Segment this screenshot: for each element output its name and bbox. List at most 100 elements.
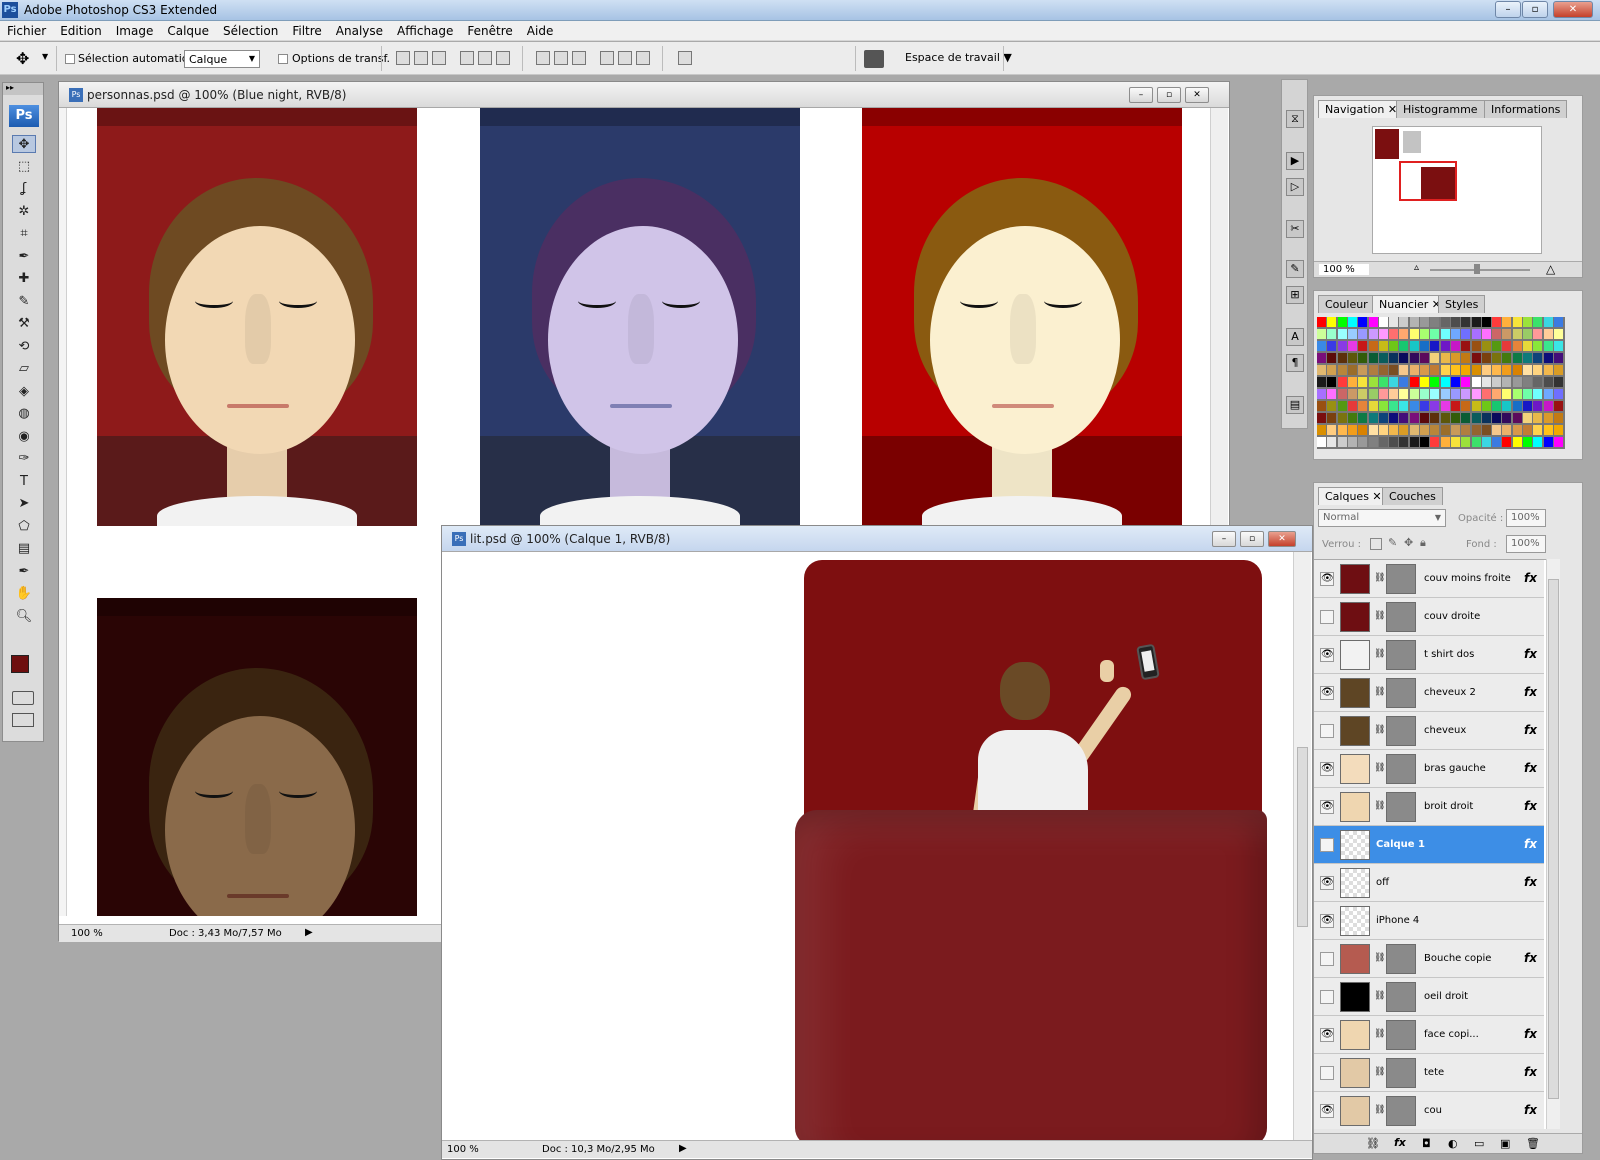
zoom-tool-icon[interactable]: 🔍︎ bbox=[12, 608, 36, 626]
maximize-button[interactable]: ▫ bbox=[1522, 1, 1548, 18]
bridge-icon[interactable] bbox=[864, 50, 884, 68]
layer-visibility-eye-icon[interactable]: 👁︎ bbox=[1320, 1028, 1334, 1042]
clone-stamp-tool-icon[interactable]: ⚒ bbox=[12, 315, 36, 333]
tab-couleur[interactable]: Couleur bbox=[1318, 295, 1375, 313]
paragraph-icon[interactable]: ¶ bbox=[1286, 354, 1304, 372]
layer-visibility-eye-icon[interactable]: 👁︎ bbox=[1320, 914, 1334, 928]
mask-link-icon[interactable]: ⛓ bbox=[1374, 573, 1385, 583]
new-layer-icon[interactable]: ▣ bbox=[1500, 1137, 1510, 1150]
clone-source-icon[interactable]: ⊞ bbox=[1286, 286, 1304, 304]
tab-styles[interactable]: Styles bbox=[1438, 295, 1486, 313]
zoom-level[interactable]: 100 % bbox=[447, 1144, 479, 1155]
mask-link-icon[interactable]: ⛓ bbox=[1374, 725, 1385, 735]
layer-effects-icon[interactable]: fx bbox=[1524, 761, 1537, 775]
history-icon[interactable]: ⧖ bbox=[1286, 110, 1304, 128]
mask-link-icon[interactable]: ⛓ bbox=[1374, 687, 1385, 697]
layer-name[interactable]: face copi... bbox=[1424, 1029, 1479, 1040]
navigator-zoom[interactable]: 100 % bbox=[1319, 264, 1369, 275]
layer-effects-icon[interactable]: fx bbox=[1524, 1103, 1537, 1117]
tab-navigation[interactable]: Navigation ✕ bbox=[1318, 100, 1405, 118]
layer-visibility-eye-icon[interactable]: 👁︎ bbox=[1320, 686, 1334, 700]
layer-effects-icon[interactable]: fx bbox=[1524, 875, 1537, 889]
character-icon[interactable]: A bbox=[1286, 328, 1304, 346]
layer-visibility-eye-icon[interactable]: 👁︎ bbox=[1320, 800, 1334, 814]
layer-comps-icon[interactable]: ▤ bbox=[1286, 396, 1304, 414]
status-arrow-icon[interactable]: ▶ bbox=[679, 1143, 687, 1154]
screen-mode-icon[interactable] bbox=[12, 713, 34, 727]
doc-minimize-button[interactable]: – bbox=[1212, 531, 1236, 547]
eraser-tool-icon[interactable]: ▱ bbox=[12, 360, 36, 378]
layer-name[interactable]: off bbox=[1376, 877, 1389, 888]
layer-effects-icon[interactable]: fx bbox=[1524, 1065, 1537, 1079]
distribute-vcenter-icon[interactable] bbox=[554, 51, 568, 65]
layer-row[interactable]: 👁︎ ⛓ cheveux 2 fx bbox=[1314, 674, 1544, 712]
trash-icon[interactable]: 🗑︎ bbox=[1526, 1137, 1540, 1150]
zoom-out-icon[interactable]: ▵ bbox=[1414, 262, 1419, 273]
layer-visibility-eye-icon[interactable]: 👁︎ bbox=[1320, 1104, 1334, 1118]
mask-link-icon[interactable]: ⛓ bbox=[1374, 953, 1385, 963]
brush-tool-icon[interactable]: ✎ bbox=[12, 293, 36, 311]
doc-maximize-button[interactable]: ▫ bbox=[1157, 87, 1181, 103]
navigator-view-box[interactable] bbox=[1399, 161, 1457, 201]
layer-mask-thumbnail[interactable] bbox=[1386, 716, 1416, 746]
layer-name[interactable]: tete bbox=[1424, 1067, 1444, 1078]
fill-field[interactable]: 100% bbox=[1506, 535, 1546, 553]
menu-filtre[interactable]: Filtre bbox=[285, 21, 328, 38]
history-brush-tool-icon[interactable]: ⟲ bbox=[12, 338, 36, 356]
mask-link-icon[interactable]: ⛓ bbox=[1374, 1067, 1385, 1077]
mask-link-icon[interactable]: ⛓ bbox=[1374, 1029, 1385, 1039]
layer-name[interactable]: cheveux 2 bbox=[1424, 687, 1476, 698]
layer-mask-thumbnail[interactable] bbox=[1386, 1058, 1416, 1088]
menu-aide[interactable]: Aide bbox=[520, 21, 561, 38]
layer-name[interactable]: Bouche copie bbox=[1424, 953, 1491, 964]
layer-name[interactable]: bras gauche bbox=[1424, 763, 1486, 774]
layer-row[interactable]: ⛓ tete fx bbox=[1314, 1054, 1544, 1092]
align-bottom-icon[interactable] bbox=[432, 51, 446, 65]
brushes-icon[interactable]: ✎ bbox=[1286, 260, 1304, 278]
adjustment-layer-icon[interactable]: ◐ bbox=[1448, 1137, 1458, 1150]
lock-pixels-icon[interactable]: ✎ bbox=[1388, 536, 1397, 549]
lock-all-icon[interactable]: 🔒︎ bbox=[1420, 536, 1426, 550]
layer-row[interactable]: ⛓ couv droite bbox=[1314, 598, 1544, 636]
workspace-button[interactable]: Espace de travail ▼ bbox=[905, 51, 1012, 64]
notes-tool-icon[interactable]: ▤ bbox=[12, 540, 36, 558]
layer-visibility-eye-icon[interactable]: 👁︎ bbox=[1320, 762, 1334, 776]
collapse-icon[interactable]: ▸▸ bbox=[3, 83, 43, 95]
layer-name[interactable]: couv moins froite bbox=[1424, 573, 1511, 584]
layer-mask-thumbnail[interactable] bbox=[1386, 792, 1416, 822]
animation-icon[interactable]: ▷ bbox=[1286, 178, 1304, 196]
blend-mode-select[interactable]: Normal ▼ bbox=[1318, 509, 1446, 527]
mask-link-icon[interactable]: ⛓ bbox=[1374, 763, 1385, 773]
eyedropper-tool-icon[interactable]: ✒ bbox=[12, 248, 36, 266]
path-selection-tool-icon[interactable]: ➤ bbox=[12, 495, 36, 513]
align-top-icon[interactable] bbox=[396, 51, 410, 65]
doc-close-button[interactable]: ✕ bbox=[1185, 87, 1209, 103]
menu-affichage[interactable]: Affichage bbox=[390, 21, 460, 38]
layer-effects-icon[interactable]: fx bbox=[1524, 1027, 1537, 1041]
transform-checkbox[interactable] bbox=[278, 54, 288, 64]
layer-mask-thumbnail[interactable] bbox=[1386, 602, 1416, 632]
layer-effects-icon[interactable]: fx bbox=[1524, 723, 1537, 737]
auto-align-icon[interactable] bbox=[678, 51, 692, 65]
layer-name[interactable]: cheveux bbox=[1424, 725, 1466, 736]
layer-effects-icon[interactable]: fx bbox=[1524, 951, 1537, 965]
layer-mask-thumbnail[interactable] bbox=[1386, 1096, 1416, 1126]
layer-visibility-eye-icon[interactable] bbox=[1320, 610, 1334, 624]
type-tool-icon[interactable]: T bbox=[12, 473, 36, 491]
menu-calque[interactable]: Calque bbox=[160, 21, 216, 38]
auto-select-checkbox[interactable] bbox=[65, 54, 75, 64]
new-group-icon[interactable]: ▭ bbox=[1474, 1137, 1484, 1150]
marquee-tool-icon[interactable]: ⬚ bbox=[12, 158, 36, 176]
layer-name[interactable]: t shirt dos bbox=[1424, 649, 1474, 660]
mask-link-icon[interactable]: ⛓ bbox=[1374, 1105, 1385, 1115]
layer-visibility-eye-icon[interactable] bbox=[1320, 1066, 1334, 1080]
quick-mask-icon[interactable] bbox=[12, 691, 34, 705]
zoom-in-icon[interactable]: △ bbox=[1546, 262, 1555, 276]
doc-close-button[interactable]: ✕ bbox=[1268, 531, 1296, 547]
move-tool-icon[interactable]: ✥ bbox=[12, 135, 36, 153]
layer-mask-thumbnail[interactable] bbox=[1386, 754, 1416, 784]
tool-presets-icon[interactable]: ✂ bbox=[1286, 220, 1304, 238]
layer-name[interactable]: couv droite bbox=[1424, 611, 1480, 622]
actions-icon[interactable]: ▶ bbox=[1286, 152, 1304, 170]
layer-name[interactable]: Calque 1 bbox=[1376, 839, 1425, 850]
